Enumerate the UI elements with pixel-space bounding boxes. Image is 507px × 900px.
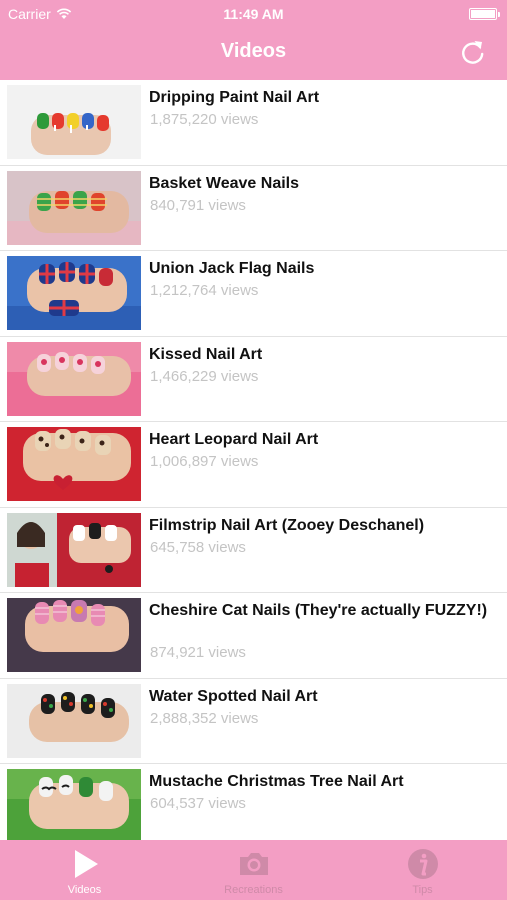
video-thumbnail: [7, 683, 141, 758]
video-views: 874,921 views: [150, 644, 246, 661]
thumbnail-image: [7, 598, 141, 672]
video-row-mustache-tree[interactable]: Mustache Christmas Tree Nail Art 604,537…: [0, 764, 507, 840]
thumbnail-image: [7, 170, 141, 245]
tab-recreations[interactable]: Recreations: [169, 840, 338, 900]
video-row-dripping-paint[interactable]: Dripping Paint Nail Art 1,875,220 views: [0, 80, 507, 166]
video-views: 1,875,220 views: [150, 111, 259, 128]
navigation-header: Carrier 11:49 AM Videos: [0, 0, 507, 80]
video-row-basket-weave[interactable]: Basket Weave Nails 840,791 views: [0, 166, 507, 251]
video-title: Basket Weave Nails: [149, 174, 300, 192]
video-views: 604,537 views: [150, 795, 246, 812]
thumbnail-image: [7, 256, 141, 330]
video-views: 2,888,352 views: [150, 709, 259, 727]
page-title: Videos: [220, 40, 287, 62]
video-list: Dripping Paint Nail Art 1,875,220 views …: [0, 80, 507, 840]
video-title: Cheshire Cat Nails (They're actually FUZ…: [149, 602, 488, 619]
video-thumbnail: [7, 170, 141, 245]
thumbnail-image: [7, 85, 141, 159]
video-row-heart-leopard[interactable]: Heart Leopard Nail Art 1,006,897 views: [0, 422, 507, 508]
tab-bar: Videos Recreations Tips: [0, 840, 507, 900]
video-views: 1,212,764 views: [150, 282, 259, 299]
video-views: 645,758 views: [150, 538, 246, 556]
video-views: 1,466,229 views: [150, 367, 259, 385]
video-views: 1,006,897 views: [150, 453, 259, 470]
battery-icon: [469, 8, 500, 20]
status-time: 11:49 AM: [223, 6, 284, 22]
video-row-union-jack[interactable]: Union Jack Flag Nails 1,212,764 views: [0, 251, 507, 337]
tab-label: Videos: [67, 884, 102, 896]
refresh-icon[interactable]: [459, 38, 487, 66]
video-row-cheshire-cat[interactable]: Cheshire Cat Nails (They're actually FUZ…: [0, 593, 507, 679]
video-thumbnail: [7, 85, 141, 159]
video-row-water-spotted[interactable]: Water Spotted Nail Art 2,888,352 views: [0, 679, 507, 764]
play-icon: [74, 850, 98, 878]
thumbnail-image: [7, 341, 141, 416]
tab-label: Tips: [412, 884, 433, 896]
video-thumbnail: [7, 256, 141, 330]
thumbnail-image: [7, 512, 141, 587]
tab-videos[interactable]: Videos: [0, 840, 169, 900]
video-thumbnail: [7, 512, 141, 587]
thumbnail-image: [7, 427, 141, 501]
status-bar: Carrier 11:49 AM: [0, 0, 507, 28]
tab-label: Recreations: [224, 884, 283, 896]
video-title: Water Spotted Nail Art: [149, 687, 318, 705]
video-title: Kissed Nail Art: [149, 345, 263, 363]
video-title: Filmstrip Nail Art (Zooey Deschanel): [149, 516, 425, 534]
video-title: Dripping Paint Nail Art: [149, 89, 320, 106]
tab-tips[interactable]: Tips: [338, 840, 507, 900]
thumbnail-image: [7, 769, 141, 840]
video-title: Union Jack Flag Nails: [149, 260, 315, 277]
video-row-kissed[interactable]: Kissed Nail Art 1,466,229 views: [0, 337, 507, 422]
video-thumbnail: [7, 769, 141, 840]
video-views: 840,791 views: [150, 196, 246, 214]
thumbnail-image: [7, 683, 141, 758]
video-thumbnail: [7, 427, 141, 501]
info-icon: [407, 849, 438, 879]
camera-icon: [239, 853, 268, 875]
video-row-filmstrip[interactable]: Filmstrip Nail Art (Zooey Deschanel) 645…: [0, 508, 507, 593]
video-title: Mustache Christmas Tree Nail Art: [149, 773, 404, 790]
video-thumbnail: [7, 341, 141, 416]
video-title: Heart Leopard Nail Art: [149, 431, 319, 448]
video-thumbnail: [7, 598, 141, 672]
